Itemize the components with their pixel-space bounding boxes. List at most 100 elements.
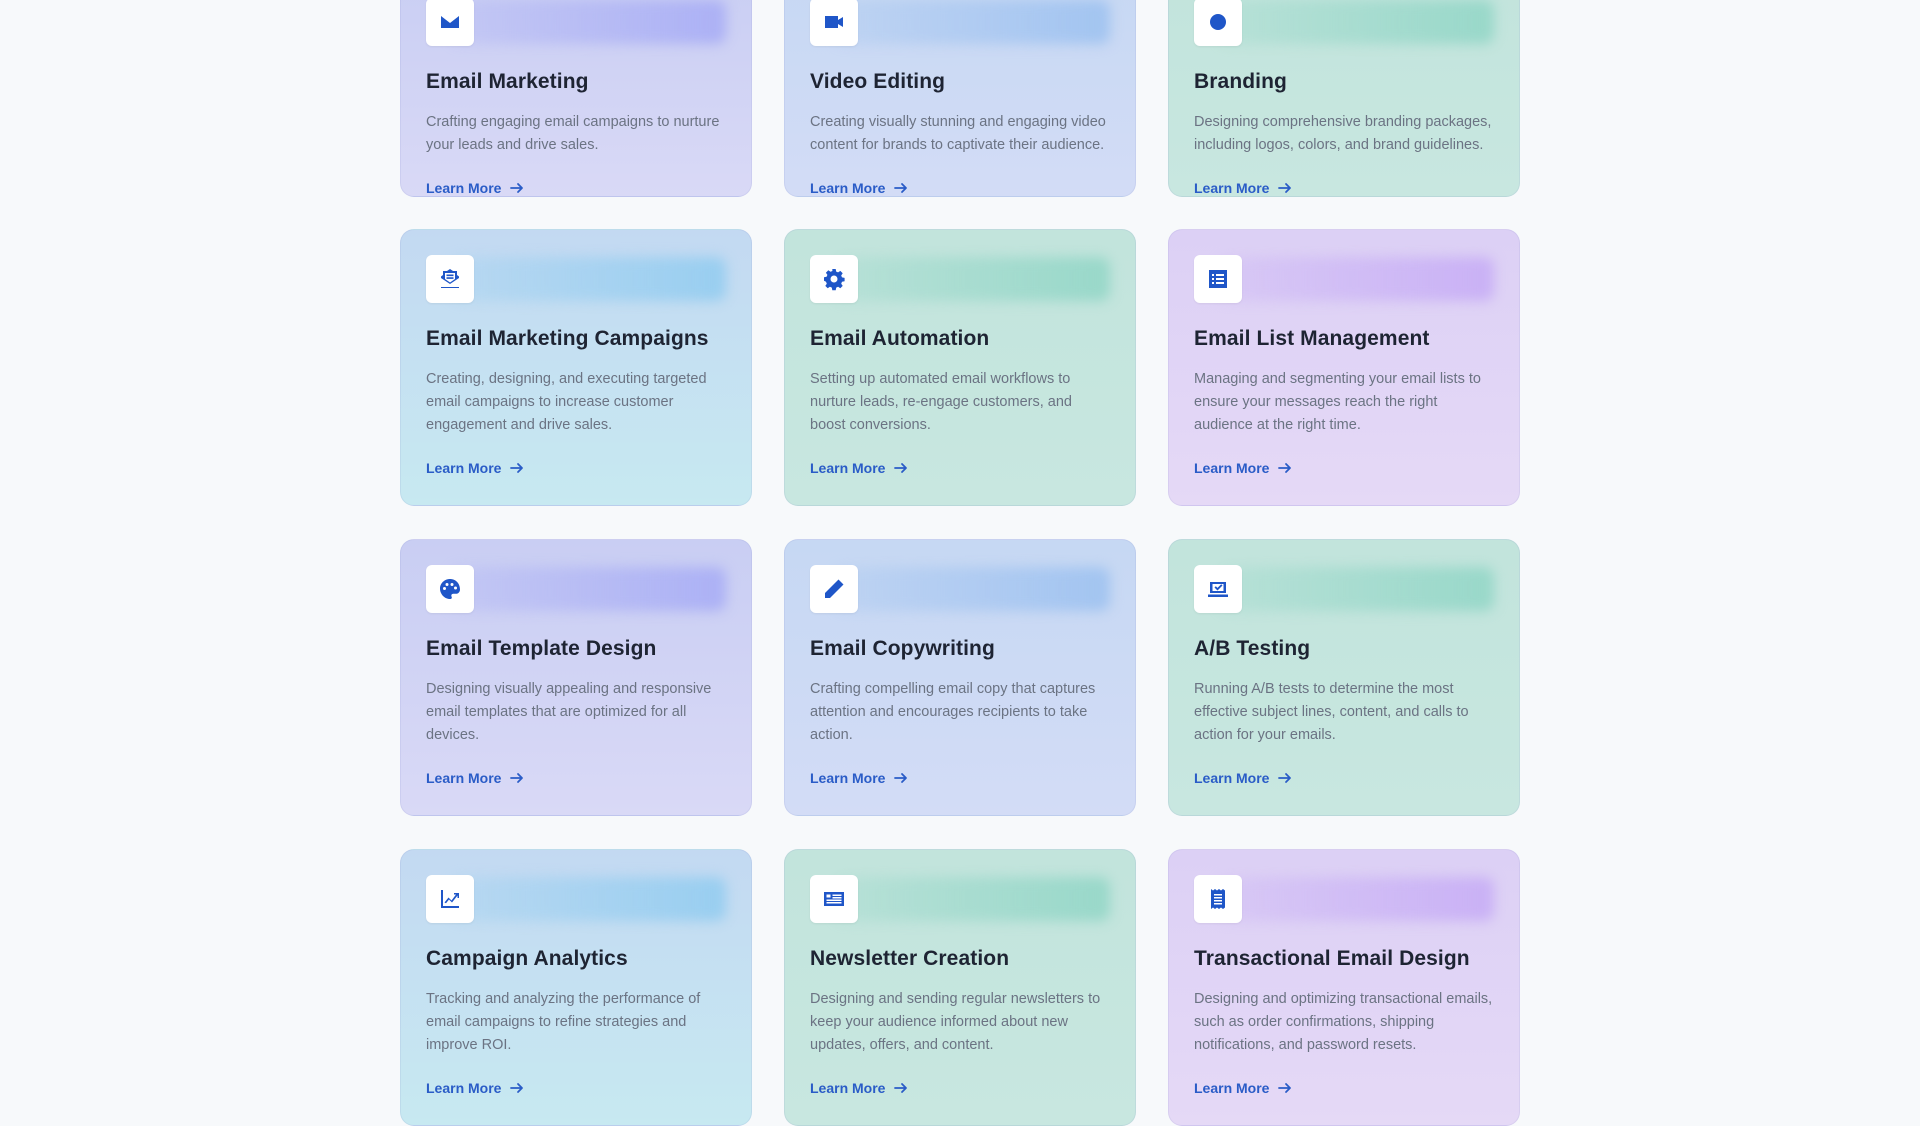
learn-more-label: Learn More bbox=[426, 1080, 502, 1096]
card-title: Email Template Design bbox=[426, 637, 657, 660]
service-card-email-marketing-campaigns: Email Marketing Campaigns Creating, desi… bbox=[400, 229, 752, 506]
card-description: Managing and segmenting your email lists… bbox=[1194, 371, 1481, 433]
card-title: Email List Management bbox=[1194, 327, 1430, 350]
learn-more-link[interactable]: Learn More bbox=[810, 1080, 1110, 1096]
learn-more-link[interactable]: Learn More bbox=[426, 770, 726, 786]
learn-more-label: Learn More bbox=[1194, 1080, 1270, 1096]
palette-icon bbox=[426, 565, 474, 613]
icon-row bbox=[426, 0, 726, 46]
learn-more-label: Learn More bbox=[426, 460, 502, 476]
icon-row bbox=[426, 875, 726, 923]
card-description: Tracking and analyzing the performance o… bbox=[426, 991, 701, 1053]
icon-row bbox=[426, 565, 726, 613]
icon-row bbox=[810, 255, 1110, 303]
learn-more-label: Learn More bbox=[426, 180, 502, 196]
learn-more-label: Learn More bbox=[1194, 460, 1270, 476]
service-card-email-template-design: Email Template Design Designing visually… bbox=[400, 539, 752, 816]
arrow-right-icon bbox=[894, 773, 908, 783]
arrow-right-icon bbox=[894, 1083, 908, 1093]
card-description: Crafting compelling email copy that capt… bbox=[810, 681, 1096, 743]
learn-more-link[interactable]: Learn More bbox=[426, 460, 726, 476]
card-description: Designing comprehensive branding package… bbox=[1194, 114, 1492, 153]
arrow-right-icon bbox=[510, 1083, 524, 1093]
icon-row bbox=[1194, 875, 1494, 923]
card-description: Designing visually appealing and respons… bbox=[426, 681, 712, 743]
learn-more-label: Learn More bbox=[426, 770, 502, 786]
icon-glow bbox=[834, 877, 1110, 921]
icon-glow bbox=[450, 877, 726, 921]
learn-more-label: Learn More bbox=[810, 180, 886, 196]
arrow-right-icon bbox=[1278, 1083, 1292, 1093]
icon-row bbox=[426, 255, 726, 303]
services-grid: Email Marketing Crafting engaging email … bbox=[400, 0, 1520, 1126]
learn-more-label: Learn More bbox=[1194, 770, 1270, 786]
arrow-right-icon bbox=[510, 183, 524, 193]
learn-more-link[interactable]: Learn More bbox=[1194, 180, 1494, 196]
service-card-ab-testing: A/B Testing Running A/B tests to determi… bbox=[1168, 539, 1520, 816]
card-title: Campaign Analytics bbox=[426, 947, 628, 970]
card-description: Crafting engaging email campaigns to nur… bbox=[426, 114, 720, 153]
learn-more-link[interactable]: Learn More bbox=[810, 180, 1110, 196]
learn-more-link[interactable]: Learn More bbox=[1194, 1080, 1494, 1096]
learn-more-link[interactable]: Learn More bbox=[1194, 460, 1494, 476]
arrow-right-icon bbox=[894, 183, 908, 193]
card-description: Designing and optimizing transactional e… bbox=[1194, 991, 1493, 1053]
newspaper-icon bbox=[810, 875, 858, 923]
icon-glow bbox=[1218, 877, 1494, 921]
learn-more-label: Learn More bbox=[1194, 180, 1270, 196]
icon-glow bbox=[450, 257, 726, 301]
arrow-right-icon bbox=[894, 463, 908, 473]
brand-icon bbox=[1194, 0, 1242, 46]
pencil-icon bbox=[810, 565, 858, 613]
card-title: A/B Testing bbox=[1194, 637, 1311, 660]
arrow-right-icon bbox=[510, 773, 524, 783]
icon-row bbox=[810, 875, 1110, 923]
service-card-video-editing: Video Editing Creating visually stunning… bbox=[784, 0, 1136, 197]
icon-glow bbox=[450, 0, 726, 44]
gear-icon bbox=[810, 255, 858, 303]
learn-more-link[interactable]: Learn More bbox=[810, 460, 1110, 476]
card-title: Email Automation bbox=[810, 327, 990, 350]
service-card-branding: Branding Designing comprehensive brandin… bbox=[1168, 0, 1520, 197]
icon-glow bbox=[1218, 257, 1494, 301]
card-title: Email Copywriting bbox=[810, 637, 995, 660]
icon-row bbox=[810, 0, 1110, 46]
receipt-icon bbox=[1194, 875, 1242, 923]
card-title: Branding bbox=[1194, 70, 1287, 93]
learn-more-link[interactable]: Learn More bbox=[426, 180, 726, 196]
arrow-right-icon bbox=[1278, 463, 1292, 473]
icon-row bbox=[1194, 565, 1494, 613]
card-title: Email Marketing bbox=[426, 70, 589, 93]
service-card-email-automation: Email Automation Setting up automated em… bbox=[784, 229, 1136, 506]
icon-glow bbox=[834, 0, 1110, 44]
icon-glow bbox=[834, 257, 1110, 301]
learn-more-label: Learn More bbox=[810, 1080, 886, 1096]
learn-more-label: Learn More bbox=[810, 460, 886, 476]
arrow-right-icon bbox=[510, 463, 524, 473]
service-card-campaign-analytics: Campaign Analytics Tracking and analyzin… bbox=[400, 849, 752, 1126]
card-description: Setting up automated email workflows to … bbox=[810, 371, 1072, 433]
card-title: Email Marketing Campaigns bbox=[426, 327, 709, 350]
video-icon bbox=[810, 0, 858, 46]
learn-more-link[interactable]: Learn More bbox=[1194, 770, 1494, 786]
list-icon bbox=[1194, 255, 1242, 303]
envelope-open-text-icon bbox=[426, 255, 474, 303]
card-description: Running A/B tests to determine the most … bbox=[1194, 681, 1469, 743]
service-card-transactional-email-design: Transactional Email Design Designing and… bbox=[1168, 849, 1520, 1126]
service-card-email-list-management: Email List Management Managing and segme… bbox=[1168, 229, 1520, 506]
card-description: Creating, designing, and executing targe… bbox=[426, 371, 707, 433]
envelope-icon bbox=[426, 0, 474, 46]
learn-more-label: Learn More bbox=[810, 770, 886, 786]
arrow-right-icon bbox=[1278, 773, 1292, 783]
learn-more-link[interactable]: Learn More bbox=[810, 770, 1110, 786]
card-title: Transactional Email Design bbox=[1194, 947, 1470, 970]
chart-line-icon bbox=[426, 875, 474, 923]
icon-glow bbox=[1218, 0, 1494, 44]
service-card-newsletter-creation: Newsletter Creation Designing and sendin… bbox=[784, 849, 1136, 1126]
icon-row bbox=[1194, 0, 1494, 46]
icon-row bbox=[810, 565, 1110, 613]
learn-more-link[interactable]: Learn More bbox=[426, 1080, 726, 1096]
icon-glow bbox=[450, 567, 726, 611]
service-card-email-copywriting: Email Copywriting Crafting compelling em… bbox=[784, 539, 1136, 816]
icon-glow bbox=[1218, 567, 1494, 611]
